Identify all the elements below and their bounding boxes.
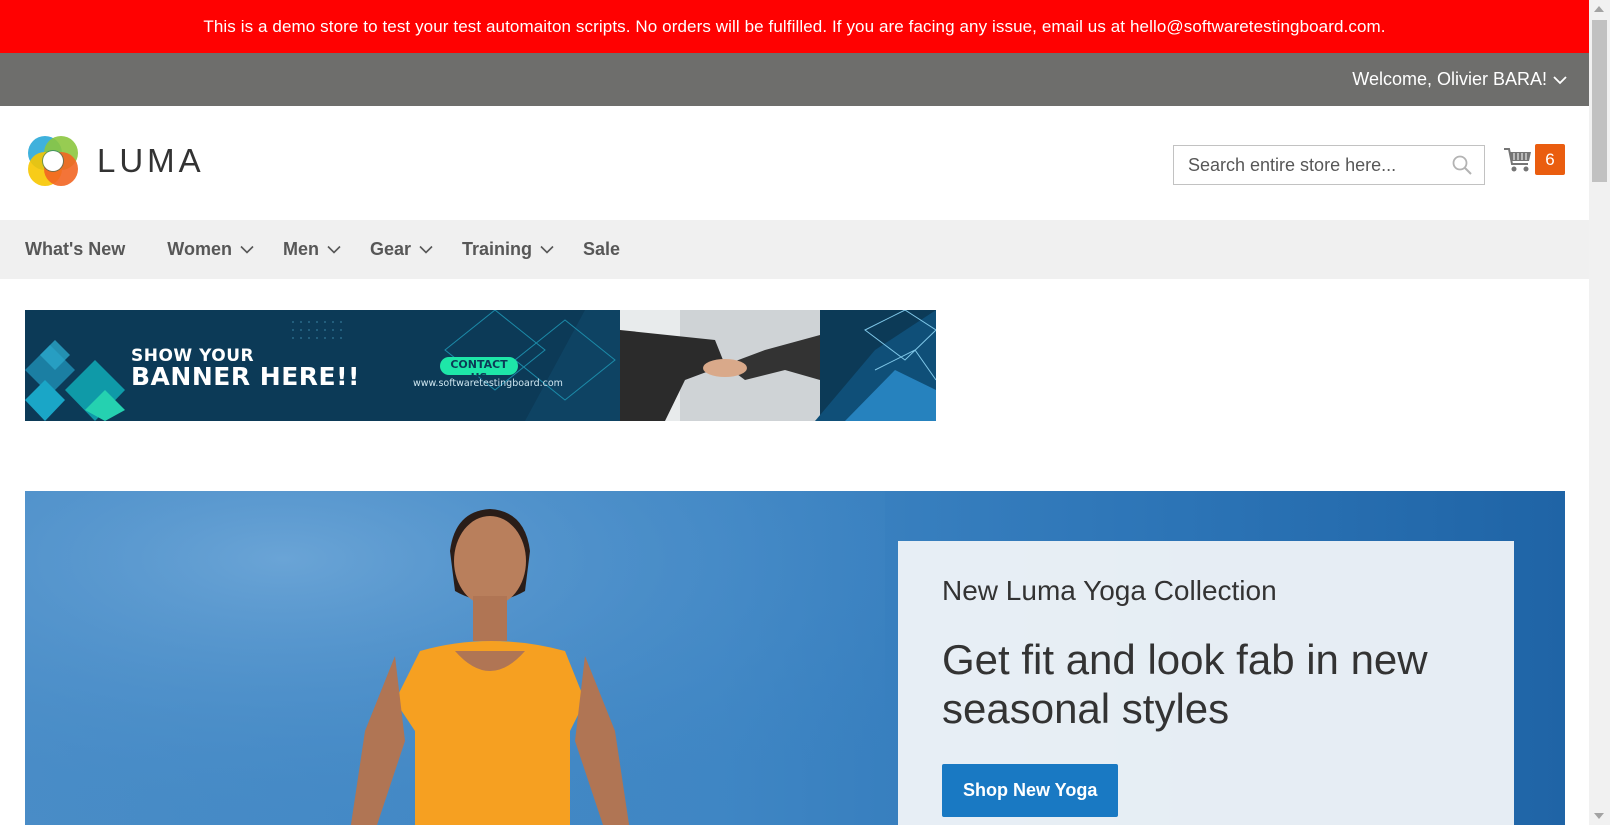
nav-item-gear[interactable]: Gear xyxy=(370,239,433,260)
shop-new-yoga-button[interactable]: Shop New Yoga xyxy=(942,764,1119,817)
search-box xyxy=(1173,145,1485,185)
chevron-down-icon xyxy=(240,245,254,254)
nav-item-whats-new[interactable]: What's New xyxy=(25,239,125,260)
page-scrollbar[interactable] xyxy=(1589,0,1610,825)
nav-item-sale[interactable]: Sale xyxy=(583,239,620,260)
cart-count-badge: 6 xyxy=(1535,144,1565,175)
scroll-up-arrow-icon[interactable] xyxy=(1594,6,1604,12)
logo-text: LUMA xyxy=(97,142,205,179)
nav-item-training[interactable]: Training xyxy=(462,239,554,260)
chevron-down-icon xyxy=(1553,75,1567,84)
top-bar: Welcome, Olivier BARA! xyxy=(0,53,1589,106)
demo-notice-text: This is a demo store to test your test a… xyxy=(203,16,1386,36)
nav-item-label: Training xyxy=(462,239,533,259)
nav-item-label: Gear xyxy=(369,239,411,259)
yoga-woman-image xyxy=(25,491,885,825)
scroll-down-arrow-icon[interactable] xyxy=(1594,813,1604,819)
promo-banner[interactable]: SHOW YOUR BANNER HERE!! CONTACT US www.s… xyxy=(25,310,936,421)
scrollbar-thumb[interactable] xyxy=(1592,20,1607,182)
hero-content-card: New Luma Yoga Collection Get fit and loo… xyxy=(898,541,1514,825)
nav-item-label: Men xyxy=(282,239,319,259)
luma-logo-icon xyxy=(28,136,78,186)
minicart-button[interactable]: 6 xyxy=(1503,144,1565,175)
chevron-down-icon xyxy=(540,245,554,254)
nav-item-label: Sale xyxy=(583,239,621,259)
chevron-down-icon xyxy=(327,245,341,254)
welcome-text: Welcome, Olivier BARA! xyxy=(1352,69,1547,89)
promo-url: www.softwaretestingboard.com xyxy=(413,378,563,389)
customer-menu-toggle[interactable]: Welcome, Olivier BARA! xyxy=(1352,69,1567,90)
demo-notice-bar: This is a demo store to test your test a… xyxy=(0,0,1589,53)
chevron-down-icon xyxy=(419,245,433,254)
main-navigation: What's New Women Men Gear Training Sale xyxy=(0,220,1589,279)
hero-banner[interactable]: New Luma Yoga Collection Get fit and loo… xyxy=(25,491,1565,825)
page: This is a demo store to test your test a… xyxy=(0,0,1589,825)
promo-line2: BANNER HERE!! xyxy=(131,362,360,391)
nav-item-women[interactable]: Women xyxy=(167,239,254,260)
hero-subtitle: New Luma Yoga Collection xyxy=(942,575,1277,606)
site-header: LUMA 6 xyxy=(0,106,1589,220)
search-icon[interactable] xyxy=(1452,155,1472,175)
search-input[interactable] xyxy=(1186,153,1450,177)
nav-item-label: What's New xyxy=(25,239,126,259)
luma-logo[interactable]: LUMA xyxy=(25,133,205,189)
hero-title: Get fit and look fab in new seasonal sty… xyxy=(942,636,1428,732)
nav-item-label: Women xyxy=(167,239,232,259)
shopping-cart-icon xyxy=(1504,147,1531,171)
nav-item-men[interactable]: Men xyxy=(283,239,341,260)
